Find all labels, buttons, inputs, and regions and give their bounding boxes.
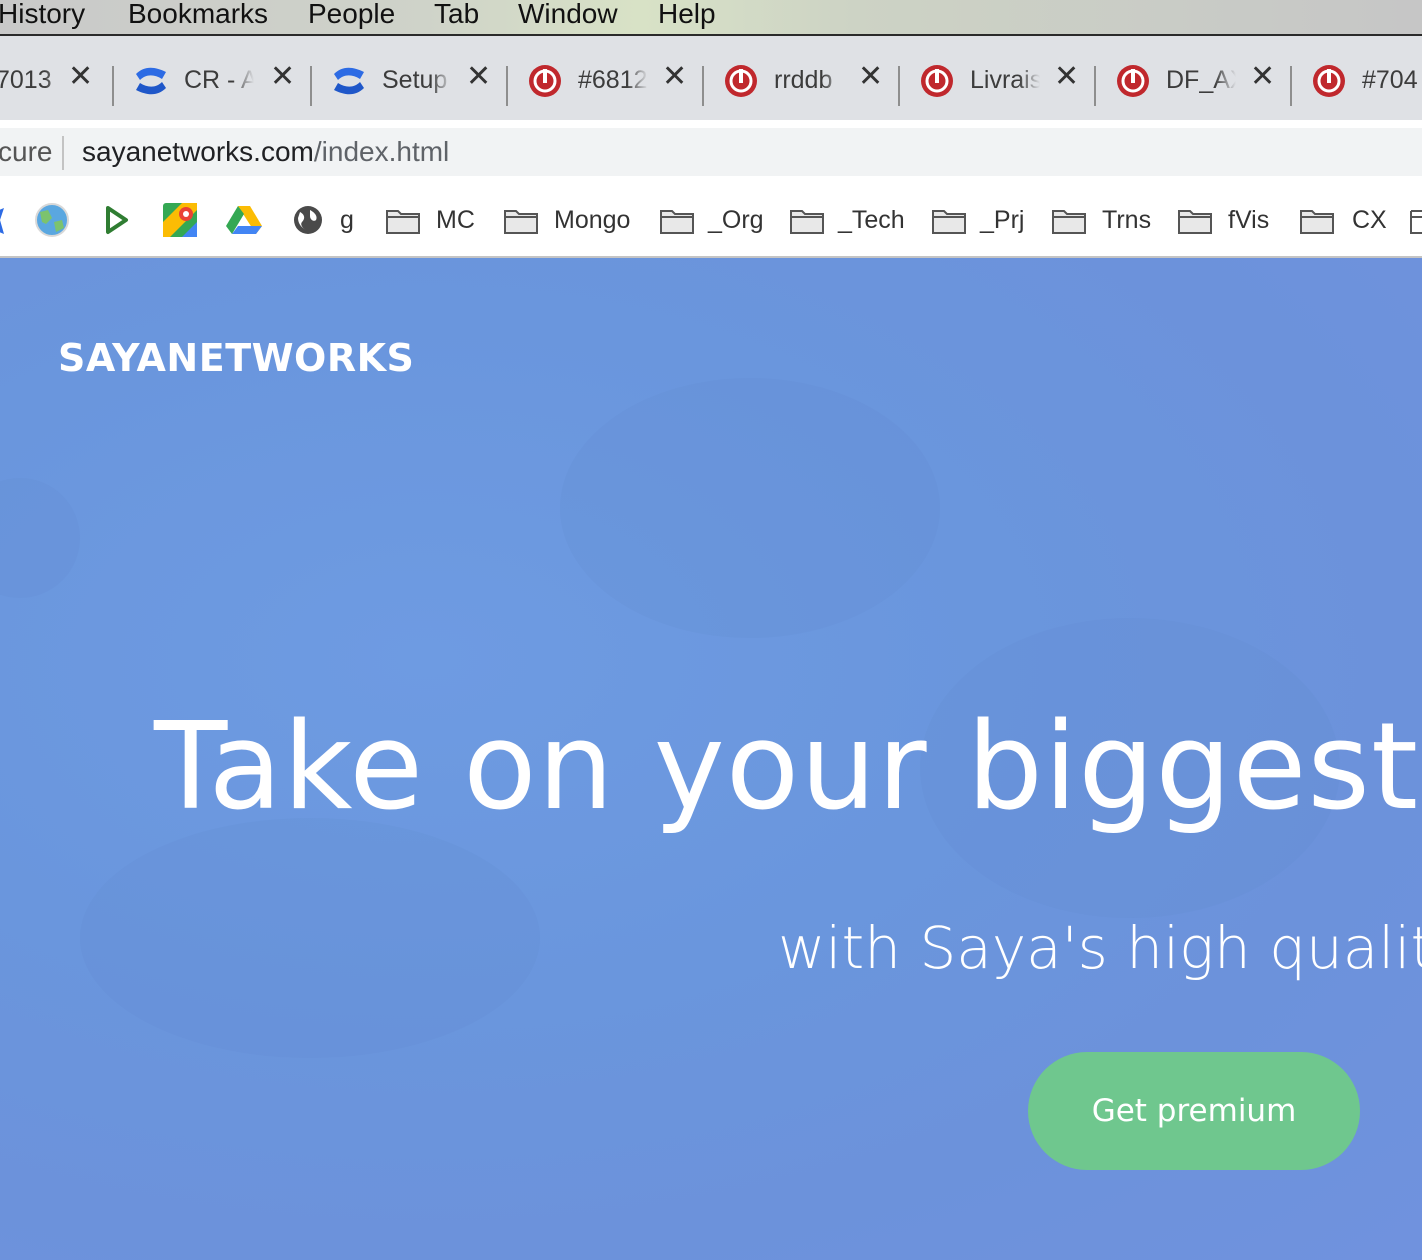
- close-icon[interactable]: ✕: [270, 62, 295, 92]
- folder-icon: [386, 210, 420, 234]
- power-icon: [529, 65, 561, 97]
- folder-icon: [1410, 210, 1422, 234]
- power-icon: [921, 65, 953, 97]
- tab-separator: [310, 66, 312, 106]
- tab-title: 7013: [0, 66, 52, 94]
- menu-people[interactable]: People: [308, 0, 395, 30]
- tab-title: rrddb: [774, 66, 833, 94]
- tab-separator: [1290, 66, 1292, 106]
- tab-title: #704: [1362, 66, 1418, 94]
- bookmark-folder[interactable]: _Org: [660, 202, 764, 238]
- bookmark-item[interactable]: g: [292, 202, 362, 238]
- menu-bookmarks[interactable]: Bookmarks: [128, 0, 268, 30]
- omnibox-divider: [62, 136, 64, 170]
- globe-icon: [294, 206, 322, 234]
- bookmark-folder[interactable]: _Prj: [932, 202, 1028, 238]
- bookmark-item[interactable]: [100, 202, 132, 238]
- bookmark-label: _Prj: [980, 206, 1025, 234]
- close-icon[interactable]: ✕: [858, 62, 883, 92]
- power-icon: [1117, 65, 1149, 97]
- url-path: /index.html: [313, 136, 450, 167]
- close-icon[interactable]: ✕: [466, 62, 491, 92]
- bookmarks-bar: g MC Mongo _Org _Tech _Prj Trns fVis CX: [0, 184, 1422, 258]
- omnibox[interactable]: cure sayanetworks.com/index.html: [0, 128, 1422, 176]
- tab-separator: [1094, 66, 1096, 106]
- bookmark-folder[interactable]: fVis: [1178, 202, 1278, 238]
- folder-icon: [504, 210, 538, 234]
- tab-separator: [702, 66, 704, 106]
- bookmark-label: g: [340, 206, 354, 234]
- bookmark-folder[interactable]: CX: [1300, 202, 1390, 238]
- tab-title: CR - A: [184, 66, 254, 94]
- bookmark-folder[interactable]: Mongo: [504, 202, 634, 238]
- bookmark-folder[interactable]: _Tech: [790, 202, 906, 238]
- background-blob: [0, 478, 80, 598]
- tab-strip: 7013 ✕ CR - A ✕ Setup ✕ #6812 ✕ rrddb ✕ …: [0, 36, 1422, 120]
- close-icon[interactable]: ✕: [662, 62, 687, 92]
- maps-icon: [163, 203, 197, 237]
- page-hero: SAYANETWORKS Take on your biggest pro wi…: [0, 258, 1422, 1260]
- bookmark-label: _Org: [708, 206, 764, 234]
- close-icon[interactable]: ✕: [1250, 62, 1275, 92]
- close-icon[interactable]: ✕: [68, 62, 93, 92]
- confluence-icon: [334, 67, 364, 95]
- browser-tab[interactable]: Livrais ✕: [920, 54, 1116, 104]
- bookmark-label: MC: [436, 206, 475, 234]
- confluence-icon: [0, 208, 4, 234]
- background-blob: [80, 818, 540, 1058]
- play-icon: [106, 206, 128, 234]
- bookmark-label: Trns: [1102, 206, 1152, 234]
- background-blob: [560, 378, 940, 638]
- bookmark-item[interactable]: [226, 202, 262, 238]
- bookmark-item[interactable]: [162, 202, 198, 238]
- browser-tab[interactable]: DF_AX ✕: [1116, 54, 1312, 104]
- browser-tab[interactable]: #704: [1312, 54, 1422, 104]
- folder-icon: [1178, 210, 1212, 234]
- menu-window[interactable]: Window: [518, 0, 618, 30]
- power-icon: [1313, 65, 1345, 97]
- tab-title: DF_AX: [1166, 66, 1236, 94]
- hero-subline: with Saya's high quality f: [778, 914, 1422, 982]
- drive-icon: [226, 206, 262, 234]
- tab-title: Livrais: [970, 66, 1040, 94]
- hero-headline: Take on your biggest pro: [154, 698, 1422, 837]
- bookmark-label: fVis: [1228, 206, 1270, 234]
- tab-separator: [112, 66, 114, 106]
- folder-icon: [932, 210, 966, 234]
- power-icon: [725, 65, 757, 97]
- folder-icon: [1300, 210, 1334, 234]
- bookmark-label: Mongo: [554, 206, 631, 234]
- browser-tab[interactable]: #6812 ✕: [528, 54, 724, 104]
- menu-tab[interactable]: Tab: [434, 0, 479, 30]
- bookmark-item[interactable]: [34, 202, 70, 238]
- macos-menu-bar: History Bookmarks People Tab Window Help: [0, 0, 1422, 36]
- site-logo[interactable]: SAYANETWORKS: [58, 336, 414, 380]
- tab-title: #6812: [578, 66, 648, 94]
- browser-tab[interactable]: CR - A ✕: [134, 54, 330, 104]
- security-indicator[interactable]: cure: [0, 136, 52, 168]
- confluence-icon: [136, 67, 166, 95]
- close-icon[interactable]: ✕: [1054, 62, 1079, 92]
- tab-title: Setup: [382, 66, 448, 94]
- menu-help[interactable]: Help: [658, 0, 716, 30]
- globe-color-icon: [35, 203, 69, 237]
- browser-tab[interactable]: rrddb ✕: [724, 54, 920, 104]
- folder-icon: [790, 210, 824, 234]
- folder-icon: [1052, 210, 1086, 234]
- folder-icon: [660, 210, 694, 234]
- tab-separator: [898, 66, 900, 106]
- url-host: sayanetworks.com: [82, 136, 314, 167]
- bookmark-label: _Tech: [838, 206, 905, 234]
- menu-history[interactable]: History: [0, 0, 85, 30]
- get-premium-button[interactable]: Get premium: [1028, 1052, 1360, 1170]
- browser-tab[interactable]: Setup ✕: [332, 54, 528, 104]
- tab-separator: [506, 66, 508, 106]
- url-text[interactable]: sayanetworks.com/index.html: [82, 136, 449, 168]
- address-bar-row: cure sayanetworks.com/index.html: [0, 120, 1422, 184]
- bookmark-label: CX: [1352, 206, 1387, 234]
- bookmark-folder[interactable]: Trns: [1052, 202, 1156, 238]
- bookmark-folder[interactable]: MC: [386, 202, 486, 238]
